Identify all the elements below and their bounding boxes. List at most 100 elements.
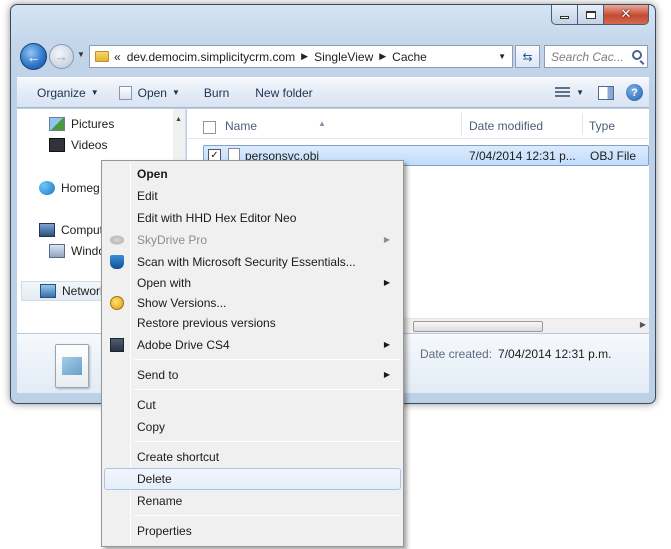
menu-item-edit-hex[interactable]: Edit with HHD Hex Editor Neo — [104, 207, 401, 229]
column-header-name[interactable]: Name — [225, 119, 257, 133]
menu-item-label: Edit — [137, 189, 158, 203]
network-icon — [40, 284, 56, 298]
menu-item-label: Restore previous versions — [137, 316, 276, 330]
select-all-checkbox[interactable] — [203, 121, 216, 134]
change-view-icon[interactable] — [555, 86, 571, 99]
open-button[interactable]: Open ▼ — [109, 85, 190, 100]
menu-item-cut[interactable]: Cut — [104, 394, 401, 416]
breadcrumb-item[interactable]: dev.democim.simplicitycrm.com — [127, 50, 295, 64]
close-button[interactable]: ✕ — [604, 5, 649, 25]
search-placeholder: Search Cac... — [551, 49, 624, 64]
menu-item-label: Scan with Microsoft Security Essentials.… — [137, 255, 356, 269]
file-date-modified: 7/04/2014 12:31 p... — [469, 149, 576, 163]
menu-item-create-shortcut[interactable]: Create shortcut — [104, 446, 401, 468]
help-icon[interactable]: ? — [626, 84, 643, 101]
open-icon — [118, 85, 132, 100]
preview-pane-icon[interactable] — [598, 85, 614, 100]
menu-item-skydrive-pro[interactable]: SkyDrive Pro ▶ — [104, 229, 401, 251]
menu-separator — [134, 515, 400, 516]
file-preview-icon — [55, 344, 89, 388]
burn-label: Burn — [203, 85, 230, 100]
menu-item-edit[interactable]: Edit — [104, 185, 401, 207]
column-divider[interactable] — [582, 113, 583, 135]
scrollbar-thumb[interactable] — [413, 321, 543, 332]
organize-button[interactable]: Organize ▼ — [17, 86, 109, 100]
scroll-right-icon[interactable]: ▶ — [640, 320, 646, 329]
date-created-label: Date created: — [420, 347, 493, 361]
menu-item-rename[interactable]: Rename — [104, 490, 401, 512]
scroll-up-icon[interactable]: ▲ — [175, 116, 182, 123]
menu-item-open-with[interactable]: Open with ▶ — [104, 272, 401, 294]
breadcrumb-item[interactable]: Cache — [392, 50, 427, 64]
nav-item-label: Homeg — [61, 181, 100, 195]
column-header-date-modified[interactable]: Date modified — [469, 119, 543, 133]
burn-button[interactable]: Burn — [190, 86, 239, 100]
menu-separator — [134, 389, 400, 390]
view-dropdown-icon[interactable]: ▼ — [576, 88, 584, 97]
menu-item-label: Send to — [137, 368, 179, 382]
menu-item-restore-versions[interactable]: Restore previous versions — [104, 312, 401, 334]
menu-separator — [134, 441, 400, 442]
breadcrumb-separator-icon[interactable]: ▶ — [379, 51, 386, 62]
back-button[interactable]: ← — [20, 43, 47, 70]
nav-item-videos[interactable]: Videos — [49, 138, 107, 152]
breadcrumb-separator-icon[interactable]: ▶ — [301, 51, 308, 62]
menu-item-delete[interactable]: Delete — [104, 468, 401, 490]
menu-item-label: Delete — [137, 472, 172, 486]
drive-icon — [49, 244, 65, 258]
address-bar[interactable]: « dev.democim.simplicitycrm.com ▶ Single… — [89, 45, 513, 68]
nav-item-computer[interactable]: Comput — [39, 223, 103, 237]
column-divider[interactable] — [461, 113, 462, 135]
menu-item-show-versions[interactable]: Show Versions... — [104, 292, 401, 314]
submenu-arrow-icon: ▶ — [383, 235, 390, 244]
nav-item-windows-drive[interactable]: Windo — [49, 244, 105, 258]
column-header-type[interactable]: Type — [589, 119, 615, 133]
refresh-icon: ⇆ — [522, 49, 533, 64]
menu-item-properties[interactable]: Properties — [104, 520, 401, 542]
menu-item-label: Adobe Drive CS4 — [137, 338, 230, 352]
breadcrumb-item[interactable]: SingleView — [314, 50, 373, 64]
nav-item-pictures[interactable]: Pictures — [49, 117, 114, 131]
pictures-icon — [49, 117, 65, 131]
refresh-button[interactable]: ⇆ — [515, 45, 540, 68]
menu-item-open[interactable]: Open — [104, 163, 401, 185]
nav-item-label: Windo — [71, 244, 106, 258]
menu-item-label: Open — [137, 167, 168, 181]
menu-separator — [134, 359, 400, 360]
homegroup-icon — [39, 181, 55, 195]
address-dropdown-icon[interactable]: ▼ — [498, 52, 506, 61]
nav-item-network[interactable]: Network — [21, 281, 111, 301]
maximize-button[interactable] — [578, 5, 604, 25]
folder-icon — [95, 51, 109, 62]
skydrive-icon — [110, 235, 124, 245]
submenu-arrow-icon: ▶ — [383, 370, 390, 379]
view-options: ▼ ? — [555, 84, 649, 101]
forward-button[interactable]: → — [49, 44, 74, 69]
menu-item-label: Copy — [137, 420, 166, 434]
context-menu: Open Edit Edit with HHD Hex Editor Neo S… — [101, 160, 404, 547]
chevron-down-icon: ▼ — [171, 88, 180, 97]
versions-icon — [110, 296, 124, 310]
search-input[interactable]: Search Cac... — [544, 45, 648, 68]
videos-icon — [49, 138, 65, 152]
menu-item-send-to[interactable]: Send to ▶ — [104, 364, 401, 386]
submenu-arrow-icon: ▶ — [383, 340, 390, 349]
menu-item-scan-security[interactable]: Scan with Microsoft Security Essentials.… — [104, 251, 401, 273]
organize-label: Organize — [37, 85, 86, 100]
menu-item-label: SkyDrive Pro — [137, 233, 208, 247]
chevron-down-icon: ▼ — [90, 88, 99, 97]
menu-item-adobe-drive[interactable]: Adobe Drive CS4 ▶ — [104, 334, 401, 356]
nav-item-label: Pictures — [71, 117, 115, 131]
menu-item-label: Edit with HHD Hex Editor Neo — [137, 211, 297, 225]
nav-item-homegroup[interactable]: Homeg — [39, 181, 100, 195]
open-label: Open — [137, 85, 167, 100]
new-folder-button[interactable]: New folder — [239, 86, 322, 100]
menu-item-copy[interactable]: Copy — [104, 416, 401, 438]
breadcrumb-overflow[interactable]: « — [114, 50, 121, 64]
minimize-button[interactable] — [551, 5, 578, 25]
recent-pages-dropdown[interactable]: ▼ — [77, 50, 85, 59]
nav-item-label: Network — [62, 284, 107, 298]
column-header-row: Name ▲ Date modified Type — [187, 109, 649, 139]
close-icon: ✕ — [620, 7, 632, 22]
menu-item-label: Properties — [137, 524, 192, 538]
